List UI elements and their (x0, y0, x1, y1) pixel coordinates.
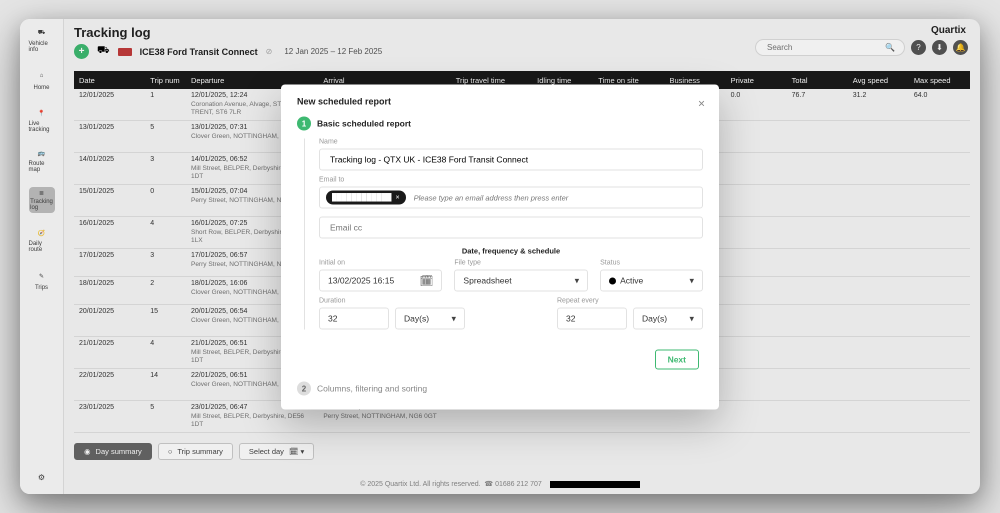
sidebar-item-home[interactable]: ⌂Home (29, 67, 55, 93)
email-to-input[interactable]: ████████████ × (319, 187, 703, 209)
step-1-label: Basic scheduled report (317, 119, 411, 129)
help-icon[interactable]: ? (911, 40, 926, 55)
log-icon: ≣ (35, 190, 49, 197)
table-row[interactable]: 24/01/2025524/01/2025, 07:1324/01/2025, … (74, 433, 970, 437)
col-header[interactable]: Max speed (909, 71, 970, 89)
file-type-select[interactable]: Spreadsheet▾ (454, 270, 588, 292)
search-icon: 🔍 (885, 43, 895, 52)
sidebar-item-daily-route[interactable]: 🧭Daily route (29, 227, 55, 253)
truck-icon (118, 48, 132, 56)
email-pill[interactable]: ████████████ × (326, 191, 406, 205)
download-icon[interactable]: ⬇ (932, 40, 947, 55)
date-range: 12 Jan 2025 – 12 Feb 2025 (284, 47, 382, 56)
repeat-unit-select[interactable]: Day(s)▾ (633, 308, 703, 330)
col-header[interactable]: Trip num (145, 71, 186, 89)
day-summary-toggle[interactable]: ◉ Day summary (74, 443, 152, 460)
chevron-down-icon: ▾ (575, 275, 580, 286)
duration-unit-select[interactable]: Day(s)▾ (395, 308, 465, 330)
next-button[interactable]: Next (655, 350, 699, 370)
name-label: Name (319, 139, 703, 146)
modal-title: New scheduled report (297, 97, 703, 107)
sidebar-item-route-map[interactable]: 🚌Route map (29, 147, 55, 173)
sidebar-item-tracking-log[interactable]: ≣Tracking log (29, 187, 55, 213)
col-header[interactable]: Avg speed (848, 71, 909, 89)
footer-bar: ◉ Day summary ○ Trip summary Select day … (74, 443, 970, 460)
repeat-value-input[interactable]: 32 (557, 308, 627, 330)
col-header[interactable]: Total (787, 71, 848, 89)
notifications-icon[interactable]: 🔔 (953, 40, 968, 55)
truck-icon: ⛟ (35, 27, 49, 39)
legal-footer: © 2025 Quartix Ltd. All rights reserved.… (20, 480, 980, 488)
email-cc-input[interactable] (319, 217, 703, 239)
vehicle-label: ICE38 Ford Transit Connect (140, 47, 258, 57)
redacted-icon (550, 481, 640, 488)
calendar-icon: 🗓 (419, 274, 433, 287)
step-2-label: Columns, filtering and sorting (317, 384, 427, 394)
report-name-input[interactable] (319, 149, 703, 171)
home-icon: ⌂ (35, 69, 49, 83)
section-caption: Date, frequency & schedule (319, 247, 703, 256)
route-icon: 🚌 (35, 147, 49, 159)
sidebar-item-trips[interactable]: ✎Trips (29, 267, 55, 293)
app-window: ⛟Vehicle info ⌂Home 📍Live tracking 🚌Route m… (20, 19, 980, 494)
page-title: Tracking log (74, 25, 966, 40)
add-button[interactable]: + (74, 44, 89, 59)
col-header[interactable]: Private (726, 71, 787, 89)
step-1-indicator: 1 (297, 117, 311, 131)
calendar-icon: 🧭 (35, 227, 49, 239)
clear-vehicle-icon[interactable]: ⊘ (266, 47, 273, 56)
select-day-button[interactable]: Select day 🗓 ▾ (239, 443, 314, 460)
truck-outline-icon: ⛟ (97, 45, 110, 58)
initial-on-input[interactable]: 13/02/2025 16:15🗓 (319, 270, 442, 292)
pin-icon: 📍 (35, 107, 49, 119)
email-to-label: Email to (319, 177, 703, 184)
search-input[interactable]: 🔍 (755, 39, 905, 56)
sidebar-item-vehicle-info[interactable]: ⛟Vehicle info (29, 27, 55, 53)
step-2-indicator: 2 (297, 382, 311, 396)
sidebar-item-live-tracking[interactable]: 📍Live tracking (29, 107, 55, 133)
modal-close-icon[interactable]: × (698, 97, 705, 111)
chevron-down-icon: ▾ (689, 275, 694, 286)
trips-icon: ✎ (35, 269, 49, 283)
status-dot-icon (609, 277, 616, 284)
col-header[interactable]: Date (74, 71, 145, 89)
duration-value-input[interactable]: 32 (319, 308, 389, 330)
status-select[interactable]: Active▾ (600, 270, 703, 292)
scheduled-report-modal: New scheduled report × 1 Basic scheduled… (281, 85, 719, 410)
sidebar: ⛟Vehicle info ⌂Home 📍Live tracking 🚌Route m… (20, 19, 64, 494)
trip-summary-toggle[interactable]: ○ Trip summary (158, 443, 233, 460)
